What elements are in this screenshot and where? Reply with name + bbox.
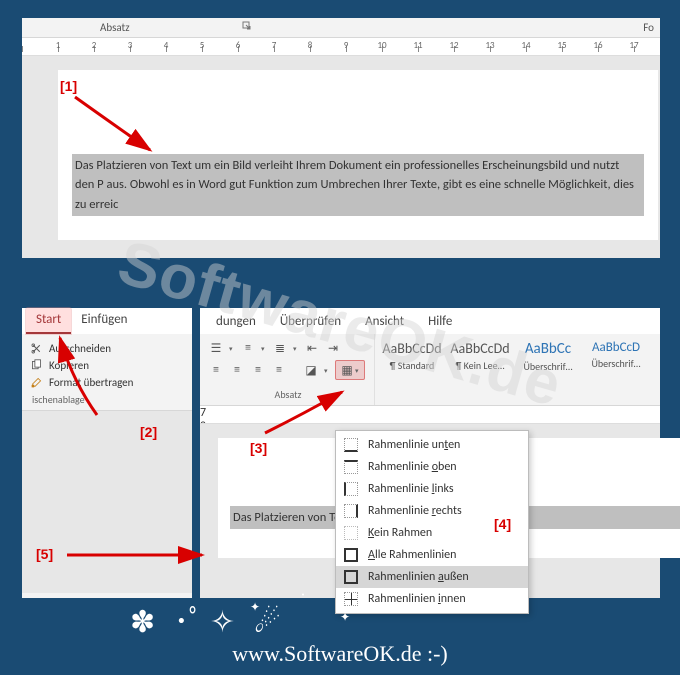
style-name: ¶ Kein Lee… — [447, 359, 513, 372]
style-name: Überschrif… — [583, 357, 649, 370]
border-menu-label: Rahmenlinien außen — [368, 570, 469, 584]
align-right-icon[interactable]: ≡ — [250, 362, 266, 378]
border-variant-icon — [344, 438, 358, 452]
border-menu-item[interactable]: Rahmenlinie oben — [336, 456, 528, 478]
style-item[interactable]: AaBbCcD Überschrif… — [583, 340, 649, 403]
tab-hilfe[interactable]: Hilfe — [416, 314, 464, 329]
shading-dropdown-icon[interactable]: ▾ — [324, 366, 330, 375]
multilevel-icon[interactable]: ≣ — [272, 340, 288, 356]
footer-text: www.SoftwareOK.de :-) — [0, 641, 680, 667]
dandelion-decoration: ✽ ･ﾟ✧ ☄ — [130, 597, 287, 641]
style-preview: AaBbCcDd — [379, 340, 445, 357]
decrease-indent-icon[interactable]: ⇤ — [304, 340, 320, 356]
copy-icon — [30, 359, 43, 372]
borders-icon: ▦ — [339, 362, 355, 378]
align-center-icon[interactable]: ≡ — [229, 362, 245, 378]
borders-dropdown-icon[interactable]: ▾ — [355, 366, 361, 375]
ribbon-group-header: Absatz Fo — [22, 18, 660, 38]
style-item[interactable]: AaBbCcDd ¶ Standard — [379, 340, 445, 403]
border-menu-label: Rahmenlinie oben — [368, 460, 457, 474]
border-variant-icon — [344, 548, 358, 562]
style-item[interactable]: AaBbCcDd ¶ Kein Lee… — [447, 340, 513, 403]
tab-uberprufen[interactable]: Überprüfen — [268, 314, 353, 329]
border-menu-label: Rahmenlinie links — [368, 482, 454, 496]
numbering-dropdown-icon[interactable]: ▾ — [261, 344, 267, 353]
arrow-3 — [260, 388, 350, 438]
borders-button[interactable]: ▦ ▾ — [335, 360, 365, 380]
selected-paragraph[interactable]: Das Platzieren von Text um ein Bild verl… — [72, 154, 644, 216]
styles-gallery[interactable]: AaBbCcDd¶ StandardAaBbCcDd¶ Kein Lee…AaB… — [375, 334, 660, 405]
tab-ansicht[interactable]: Ansicht — [353, 314, 416, 329]
callout-5: [5] — [36, 546, 53, 562]
group-label-format-truncated: Fo — [643, 21, 654, 34]
sparkle-icon: ✦ — [340, 610, 350, 625]
border-menu-label: Alle Rahmenlinien — [368, 548, 456, 562]
border-menu-item[interactable]: Rahmenlinie links — [336, 478, 528, 500]
border-variant-icon — [344, 504, 358, 518]
dialog-launcher-icon[interactable] — [242, 21, 252, 34]
style-item[interactable]: AaBbCc Überschrif… — [515, 340, 581, 403]
border-variant-icon — [344, 592, 358, 606]
style-preview: AaBbCcD — [583, 340, 649, 355]
callout-4: [4] — [494, 516, 511, 532]
callout-3: [3] — [250, 440, 267, 456]
border-menu-label: Rahmenlinie rechts — [368, 504, 462, 518]
border-variant-icon — [344, 482, 358, 496]
group-label-absatz: Absatz — [100, 21, 130, 34]
sparkle-icon: ✦ — [250, 600, 260, 615]
increase-indent-icon[interactable]: ⇥ — [325, 340, 341, 356]
bullets-dropdown-icon[interactable]: ▾ — [229, 344, 235, 353]
doc-gutter-left — [22, 411, 192, 593]
style-name: ¶ Standard — [379, 359, 445, 372]
ribbon-tabs-2: dungen Überprüfen Ansicht Hilfe — [200, 308, 660, 334]
border-variant-icon — [344, 460, 358, 474]
multilevel-dropdown-icon[interactable]: ▾ — [293, 344, 299, 353]
brush-icon — [30, 376, 43, 389]
align-justify-icon[interactable]: ≡ — [271, 362, 287, 378]
horizontal-ruler[interactable]: 123456789101112131415161718 — [22, 38, 660, 56]
align-left-icon[interactable]: ≡ — [208, 362, 224, 378]
bullets-icon[interactable]: ☰ — [208, 340, 224, 356]
style-preview: AaBbCc — [515, 340, 581, 358]
callout-2: [2] — [140, 424, 157, 440]
tab-truncated-dungen[interactable]: dungen — [204, 314, 268, 329]
border-menu-label: Rahmenlinien innen — [368, 592, 466, 606]
style-name: Überschrif… — [515, 360, 581, 373]
shading-icon[interactable]: ◪ — [303, 362, 319, 378]
border-menu-label: Rahmenlinie unten — [368, 438, 460, 452]
callout-1: [1] — [60, 78, 77, 94]
border-variant-icon — [344, 526, 358, 540]
arrow-1 — [70, 92, 160, 162]
arrow-5 — [62, 545, 212, 565]
arrow-2 — [52, 330, 112, 420]
numbering-icon[interactable]: ≡ — [240, 340, 256, 356]
border-menu-item[interactable]: Rahmenlinien außen — [336, 566, 528, 588]
border-menu-item[interactable]: Rahmenlinien innen — [336, 588, 528, 610]
scissors-icon — [30, 342, 43, 355]
border-menu-item[interactable]: Alle Rahmenlinien — [336, 544, 528, 566]
sparkle-icon: ･ — [300, 586, 306, 603]
border-menu-item[interactable]: Rahmenlinie unten — [336, 434, 528, 456]
border-variant-icon — [344, 570, 358, 584]
style-preview: AaBbCcDd — [447, 340, 513, 357]
border-menu-label: Kein Rahmen — [368, 526, 432, 540]
